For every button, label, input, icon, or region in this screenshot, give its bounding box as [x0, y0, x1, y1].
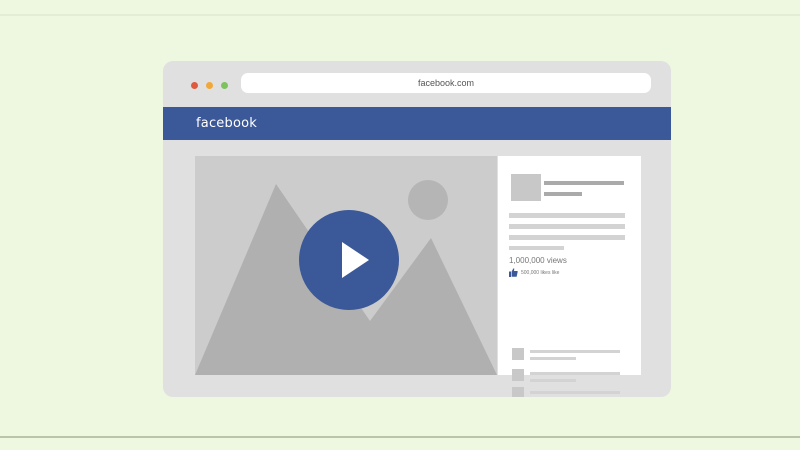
related-subtitle-placeholder: [530, 379, 576, 382]
facebook-logo[interactable]: facebook: [196, 116, 257, 131]
play-button[interactable]: [299, 210, 399, 310]
related-video-thumbnail[interactable]: [512, 348, 524, 360]
play-icon: [342, 242, 369, 278]
channel-thumbnail[interactable]: [511, 174, 541, 201]
window-close-dot[interactable]: [191, 82, 198, 89]
page-top-rule: [0, 14, 800, 16]
related-subtitle-placeholder: [530, 357, 576, 360]
video-player[interactable]: [195, 156, 497, 375]
related-video-thumbnail[interactable]: [512, 387, 524, 397]
facebook-header: facebook: [163, 107, 671, 140]
channel-title-placeholder: [544, 181, 624, 185]
window-minimize-dot[interactable]: [206, 82, 213, 89]
description-line-4: [509, 246, 564, 250]
related-video-thumbnail[interactable]: [512, 369, 524, 381]
likes-count: 500,000 likes like: [521, 269, 560, 276]
related-title-placeholder: [530, 372, 620, 375]
related-title-placeholder: [530, 350, 620, 353]
browser-window: facebook.com facebook 1,000,000 views 50…: [163, 61, 671, 397]
description-line-3: [509, 235, 625, 240]
related-title-placeholder: [530, 391, 620, 394]
video-sidebar: 1,000,000 views 500,000 likes like: [498, 156, 641, 397]
thumbs-up-icon[interactable]: [509, 268, 518, 277]
address-text: facebook.com: [417, 78, 475, 88]
window-maximize-dot[interactable]: [221, 82, 228, 89]
address-bar[interactable]: facebook.com: [241, 73, 651, 93]
channel-subtitle-placeholder: [544, 192, 582, 196]
view-count: 1,000,000 views: [509, 256, 567, 265]
likes-row: 500,000 likes like: [509, 268, 559, 277]
description-line-1: [509, 213, 625, 218]
page-bottom-rule: [0, 436, 800, 438]
description-line-2: [509, 224, 625, 229]
